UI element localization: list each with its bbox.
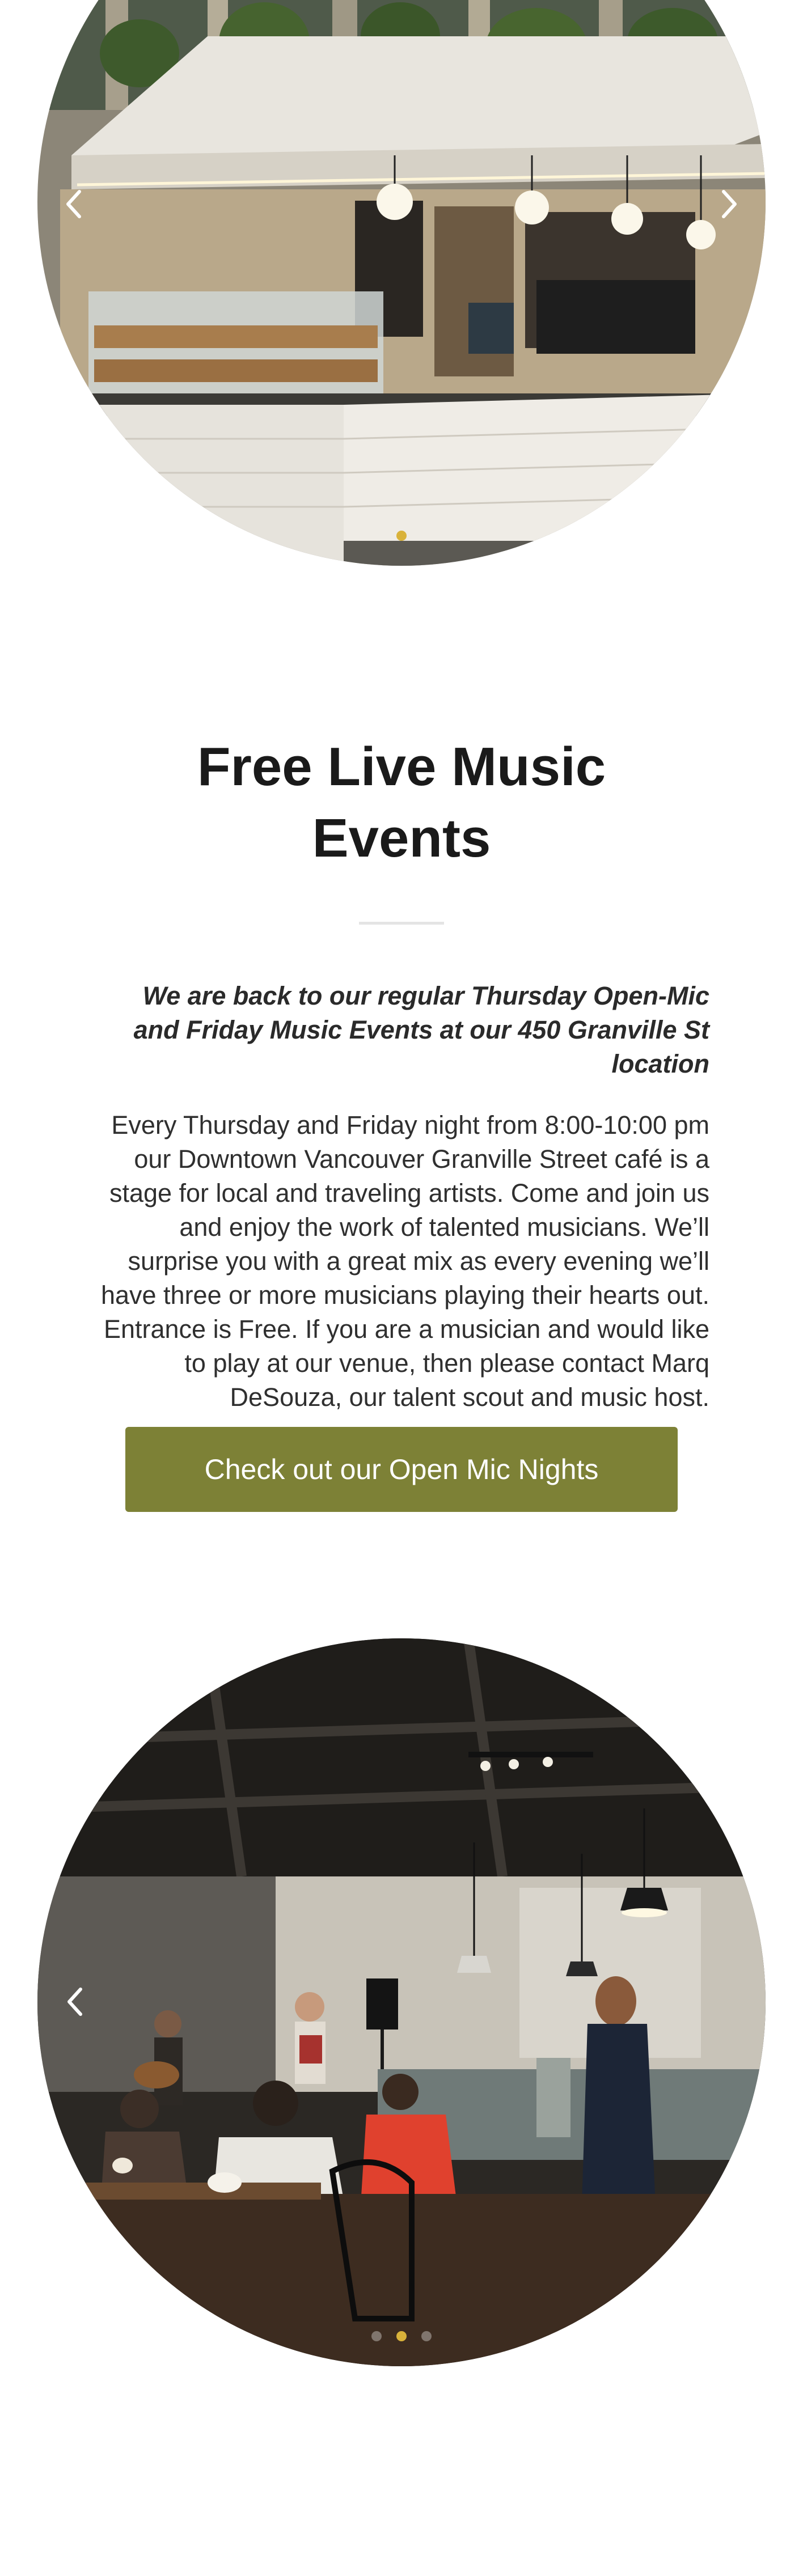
chevron-left-icon (67, 1988, 82, 2016)
cafe-interior-slider[interactable] (37, 0, 766, 566)
section-lead: We are back to our regular Thursday Open… (133, 981, 709, 1078)
slider-prev-arrow[interactable] (57, 187, 91, 221)
open-mic-nights-button[interactable]: Check out our Open Mic Nights (125, 1427, 678, 1512)
live-music-section: Free Live Music Events We are back to ou… (0, 731, 803, 1512)
title-divider (359, 922, 444, 925)
slider-next-arrow[interactable] (712, 187, 746, 221)
slider-dot[interactable] (396, 2331, 407, 2341)
slider-prev-arrow[interactable] (58, 1985, 92, 2019)
live-music-photo (37, 1638, 766, 2366)
slider-dot[interactable] (371, 2331, 382, 2341)
slider-pagination (37, 2331, 766, 2341)
slider-dot[interactable] (421, 2331, 432, 2341)
section-description: Every Thursday and Friday night from 8:0… (100, 1111, 709, 1412)
chevron-right-icon (722, 190, 737, 218)
slider-pagination (37, 531, 766, 541)
chevron-left-icon (66, 190, 81, 218)
cafe-counter-photo (37, 0, 766, 566)
live-music-slider[interactable] (37, 1638, 766, 2366)
section-title: Free Live Music Events (197, 736, 606, 868)
slider-dot[interactable] (396, 531, 407, 541)
